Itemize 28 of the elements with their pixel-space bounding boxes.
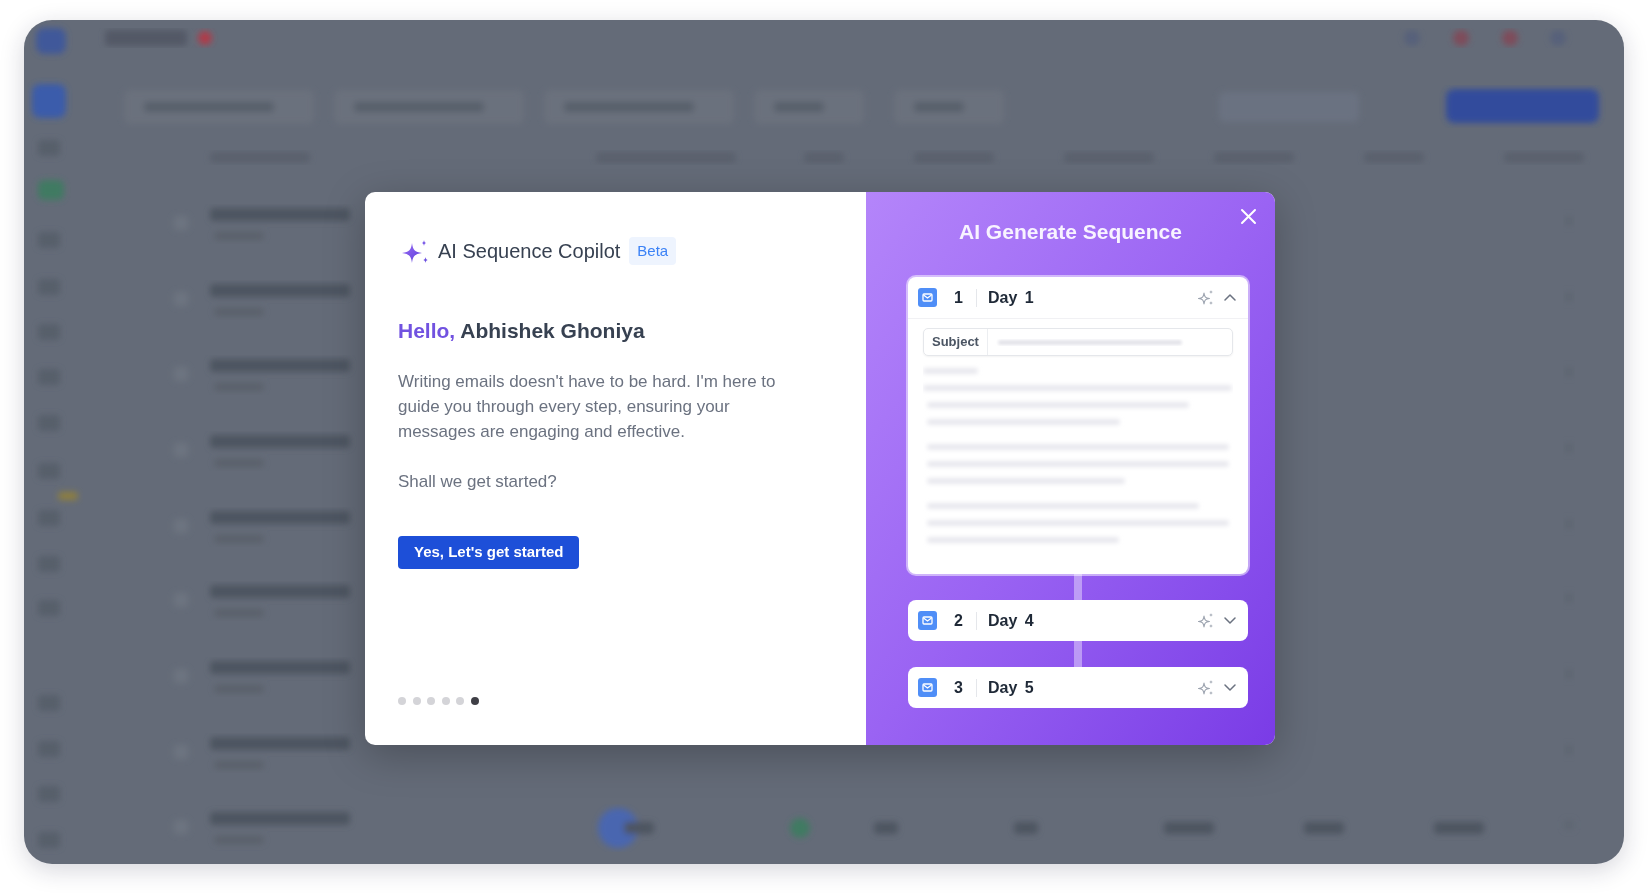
step-day-label: Day 4 xyxy=(988,610,1034,631)
sparkle-icon[interactable] xyxy=(1198,613,1213,628)
mail-icon xyxy=(918,678,937,697)
prompt-text: Shall we get started? xyxy=(398,471,557,493)
beta-badge: Beta xyxy=(629,237,677,265)
close-icon[interactable] xyxy=(1240,208,1257,225)
chevron-down-icon[interactable] xyxy=(1224,616,1236,625)
step-connector xyxy=(1074,641,1082,667)
step-day-label: Day 5 xyxy=(988,677,1034,698)
sparkle-icon[interactable] xyxy=(1198,290,1213,305)
sparkle-icon xyxy=(402,239,428,263)
get-started-button[interactable]: Yes, Let's get started xyxy=(398,536,580,569)
dialog-title: AI Sequence Copilot xyxy=(438,239,621,264)
step-day-label: Day 1 xyxy=(988,287,1034,308)
intro-text: Writing emails doesn't have to be hard. I'm here to guide you through every step, ensuring your messages are engaging and effective. xyxy=(398,371,777,443)
chevron-down-icon[interactable] xyxy=(1224,683,1236,692)
mail-icon xyxy=(918,611,937,630)
step-number: 3 xyxy=(954,677,964,698)
step-number: 1 xyxy=(954,287,964,308)
sparkle-icon[interactable] xyxy=(1198,680,1213,695)
subject-field[interactable]: Subject xyxy=(923,328,1233,356)
step-connector xyxy=(1074,574,1082,600)
greeting-heading: Hello, Abhishek Ghoniya xyxy=(398,318,645,344)
chevron-up-icon[interactable] xyxy=(1224,293,1236,302)
mail-icon xyxy=(918,288,937,307)
preview-title: AI Generate Sequence xyxy=(959,219,1182,245)
subject-label: Subject xyxy=(931,333,980,351)
step-number: 2 xyxy=(954,610,964,631)
